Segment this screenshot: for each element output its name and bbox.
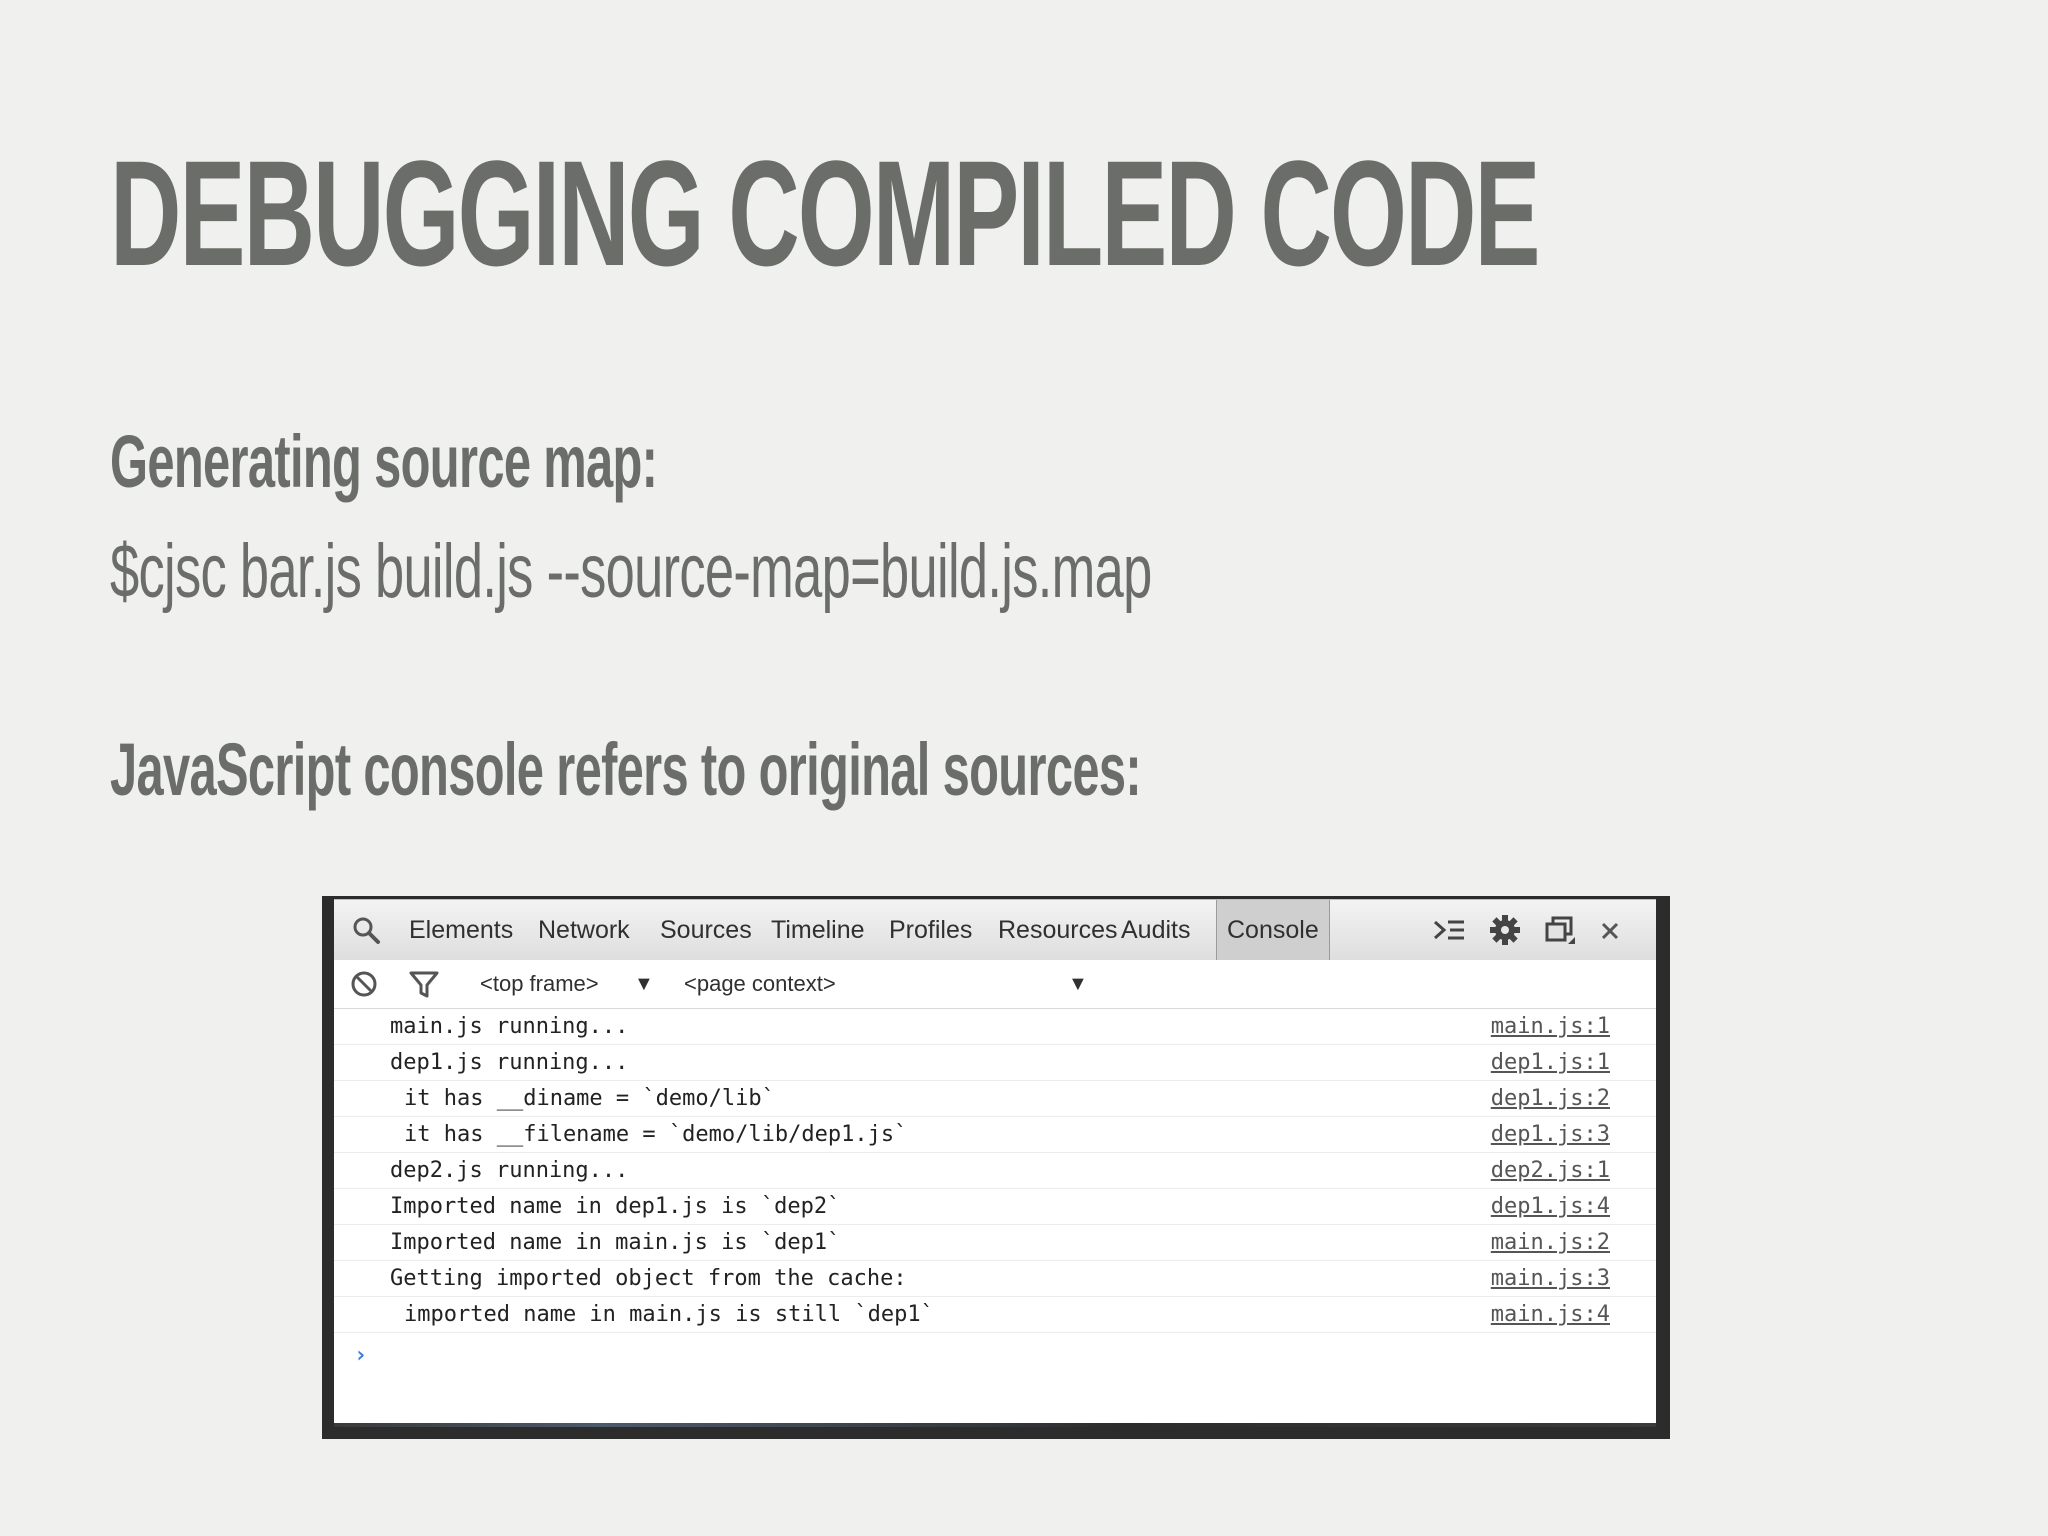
- log-message: Getting imported object from the cache:: [390, 1266, 907, 1291]
- log-message: it has __diname = `demo/lib`: [404, 1086, 775, 1111]
- frame-dropdown-arrow-icon[interactable]: ▼: [634, 960, 654, 1008]
- log-source-link[interactable]: main.js:3: [1491, 1261, 1610, 1296]
- console-filter-bar: <top frame> ▼ <page context> ▼: [334, 960, 1656, 1009]
- frame-selector[interactable]: <top frame>: [480, 960, 599, 1008]
- tab-timeline[interactable]: Timeline: [771, 900, 865, 960]
- tab-sources[interactable]: Sources: [660, 900, 752, 960]
- devtools-screenshot: Elements Network Sources Timeline Profil…: [322, 896, 1670, 1439]
- log-source-link[interactable]: dep1.js:2: [1491, 1081, 1610, 1116]
- window-bottom-edge: [334, 1423, 1656, 1427]
- tab-network[interactable]: Network: [538, 900, 630, 960]
- log-message: main.js running...: [390, 1014, 629, 1039]
- clear-console-icon[interactable]: [348, 968, 380, 1000]
- tab-console[interactable]: Console: [1216, 900, 1330, 960]
- log-source-link[interactable]: dep1.js:3: [1491, 1117, 1610, 1152]
- show-drawer-icon[interactable]: [1432, 914, 1468, 946]
- tab-elements[interactable]: Elements: [409, 900, 513, 960]
- heading-source-map: Generating source map:: [110, 420, 658, 503]
- log-message: it has __filename = `demo/lib/dep1.js`: [404, 1122, 908, 1147]
- log-row: imported name in main.js is still `dep1`…: [334, 1297, 1656, 1333]
- log-row: Imported name in dep1.js is `dep2` dep1.…: [334, 1189, 1656, 1225]
- log-message: Imported name in main.js is `dep1`: [390, 1230, 841, 1255]
- log-source-link[interactable]: dep1.js:1: [1491, 1045, 1610, 1080]
- tab-audits[interactable]: Audits: [1121, 900, 1190, 960]
- heading-console: JavaScript console refers to original so…: [110, 728, 1142, 811]
- console-prompt[interactable]: ›: [354, 1343, 367, 1368]
- dock-icon[interactable]: [1544, 914, 1576, 946]
- log-message: Imported name in dep1.js is `dep2`: [390, 1194, 841, 1219]
- devtools-panel: Elements Network Sources Timeline Profil…: [334, 899, 1656, 1427]
- command-line: $cjsc bar.js build.js --source-map=build…: [110, 529, 1152, 614]
- console-log: main.js running... main.js:1 dep1.js run…: [334, 1009, 1656, 1333]
- close-icon[interactable]: [1598, 914, 1622, 946]
- log-row: Getting imported object from the cache: …: [334, 1261, 1656, 1297]
- slide-title: DEBUGGING COMPILED CODE: [110, 129, 1541, 297]
- context-dropdown-arrow-icon[interactable]: ▼: [1068, 960, 1088, 1008]
- log-source-link[interactable]: main.js:4: [1491, 1297, 1610, 1332]
- tab-resources[interactable]: Resources: [998, 900, 1118, 960]
- log-source-link[interactable]: main.js:1: [1491, 1009, 1610, 1044]
- log-row: dep2.js running... dep2.js:1: [334, 1153, 1656, 1189]
- log-row: it has __diname = `demo/lib` dep1.js:2: [334, 1081, 1656, 1117]
- gear-icon[interactable]: [1489, 914, 1521, 946]
- filter-icon[interactable]: [408, 968, 440, 1000]
- log-message: dep2.js running...: [390, 1158, 629, 1183]
- devtools-toolbar: Elements Network Sources Timeline Profil…: [334, 899, 1656, 961]
- log-row: dep1.js running... dep1.js:1: [334, 1045, 1656, 1081]
- log-message: imported name in main.js is still `dep1`: [404, 1302, 934, 1327]
- log-row: Imported name in main.js is `dep1` main.…: [334, 1225, 1656, 1261]
- log-row: main.js running... main.js:1: [334, 1009, 1656, 1045]
- log-source-link[interactable]: dep2.js:1: [1491, 1153, 1610, 1188]
- log-row: it has __filename = `demo/lib/dep1.js` d…: [334, 1117, 1656, 1153]
- search-icon[interactable]: [350, 914, 382, 946]
- context-selector[interactable]: <page context>: [684, 960, 836, 1008]
- log-source-link[interactable]: dep1.js:4: [1491, 1189, 1610, 1224]
- log-source-link[interactable]: main.js:2: [1491, 1225, 1610, 1260]
- log-message: dep1.js running...: [390, 1050, 629, 1075]
- tab-profiles[interactable]: Profiles: [889, 900, 972, 960]
